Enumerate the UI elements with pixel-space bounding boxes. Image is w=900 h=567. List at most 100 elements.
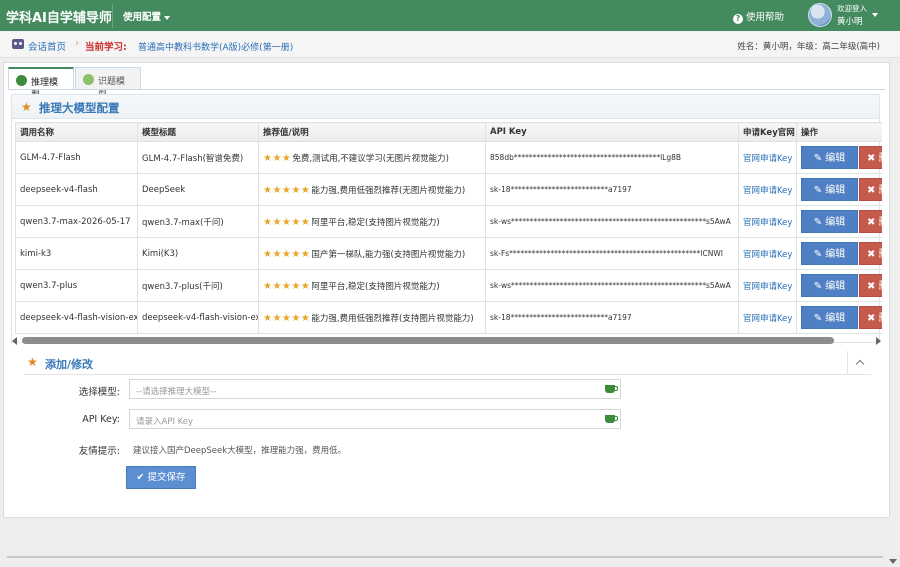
help-link[interactable]: ? 使用帮助 <box>733 9 784 24</box>
model-name: qwen3.7-max-2026-05-17 <box>15 205 138 238</box>
actions-cell: ✎ 编辑✖ 删除 <box>796 269 882 302</box>
table-header-row: 调用名称 模型标题 推荐值/说明 API Key 申请Key官网 操作 <box>15 122 882 142</box>
model-desc: 阿里平台,稳定(支持图片视觉能力) <box>311 281 440 292</box>
model-title: deepseek-v4-flash-vision-exp <box>137 301 259 334</box>
scroll-down-icon[interactable] <box>889 559 897 564</box>
pencil-icon: ✎ <box>813 217 826 228</box>
table-row: deepseek-v4-flash DeepSeek ★★★★★能力强,费用低强烈推… <box>15 173 882 206</box>
star-icon: ★ <box>21 100 32 114</box>
api-key-placeholder: 请录入API Key <box>136 417 194 427</box>
edit-label: 编辑 <box>825 313 846 324</box>
collapse-button[interactable] <box>847 351 871 375</box>
model-recommend: ★★★★★阿里平台,稳定(支持图片视觉能力) <box>258 269 486 302</box>
table-scroll-area[interactable]: 调用名称 模型标题 推荐值/说明 API Key 申请Key官网 操作 GLM-… <box>15 122 882 340</box>
current-study-label: 当前学习: <box>85 42 127 53</box>
config-menu-label: 使用配置 <box>123 12 162 23</box>
model-api-key: sk-18**************************a7197 <box>485 173 739 206</box>
model-title: Kimi(K3) <box>137 237 259 270</box>
tab-underline <box>8 89 885 90</box>
col-header-actions: 操作 <box>796 122 882 142</box>
username: 黄小明 <box>837 17 863 27</box>
apply-key-link[interactable]: 官网申请Key <box>743 186 792 196</box>
welcome-text: 欢迎登入 <box>837 4 867 13</box>
app-brand[interactable]: 学科AI自学辅导师 <box>6 7 112 26</box>
delete-button[interactable]: ✖ 删除 <box>859 146 882 169</box>
delete-button[interactable]: ✖ 删除 <box>859 274 882 297</box>
star-icon: ★ <box>27 355 38 369</box>
apply-key-link[interactable]: 官网申请Key <box>743 314 792 324</box>
apply-key-link[interactable]: 官网申请Key <box>743 154 792 164</box>
site-cell: 官网申请Key <box>738 301 797 334</box>
avatar <box>808 3 832 27</box>
col-header-site: 申请Key官网 <box>738 122 797 142</box>
section-title: 推理大模型配置 <box>39 101 120 115</box>
table-row: qwen3.7-max-2026-05-17 qwen3.7-max(千问) ★★★… <box>15 205 882 238</box>
pencil-icon: ✎ <box>813 281 826 292</box>
delete-button[interactable]: ✖ 删除 <box>859 178 882 201</box>
apply-key-link[interactable]: 官网申请Key <box>743 250 792 260</box>
model-select-label: 选择模型: <box>78 387 120 398</box>
apply-key-link[interactable]: 官网申请Key <box>743 282 792 292</box>
model-select-value: --请选择推理大模型-- <box>136 387 217 397</box>
pencil-icon: ✎ <box>813 249 826 260</box>
scroll-right-icon[interactable] <box>876 337 881 345</box>
edit-button[interactable]: ✎ 编辑 <box>801 306 858 329</box>
edit-button[interactable]: ✎ 编辑 <box>801 242 858 265</box>
navbar-divider <box>112 4 113 28</box>
delete-button[interactable]: ✖ 删除 <box>859 210 882 233</box>
model-title: DeepSeek <box>137 173 259 206</box>
delete-label: 删除 <box>879 281 882 292</box>
form-title: 添加/修改 <box>45 358 94 371</box>
edit-label: 编辑 <box>825 281 846 292</box>
close-icon: ✖ <box>867 185 879 196</box>
model-name: deepseek-v4-flash-vision-exp <box>15 301 138 334</box>
model-recommend: ★★★★★能力强,费用低强烈推荐(无图片视觉能力) <box>258 173 486 206</box>
edit-label: 编辑 <box>825 249 846 260</box>
edit-button[interactable]: ✎ 编辑 <box>801 178 858 201</box>
model-api-key: 858db***********************************… <box>485 141 739 174</box>
form-header: ★ 添加/修改 <box>24 350 871 375</box>
delete-label: 删除 <box>879 153 882 164</box>
actions-cell: ✎ 编辑✖ 删除 <box>796 301 882 334</box>
model-name: deepseek-v4-flash <box>15 173 138 206</box>
rating-stars-icon: ★★★★★ <box>263 184 311 196</box>
edit-label: 编辑 <box>825 185 846 196</box>
tab-recognition-model[interactable]: 识题模型 <box>75 67 141 100</box>
delete-button[interactable]: ✖ 删除 <box>859 306 882 329</box>
breadcrumb: 会话首页 › 当前学习: 普通高中教科书数学(A版)必修(第一册) 姓名：黄小明… <box>0 31 900 58</box>
delete-button[interactable]: ✖ 删除 <box>859 242 882 265</box>
close-icon: ✖ <box>867 217 879 228</box>
question-icon: ? <box>733 14 743 24</box>
config-menu[interactable]: 使用配置 <box>123 9 171 23</box>
tip-label: 友情提示: <box>78 446 120 457</box>
user-menu[interactable]: 欢迎登入 黄小明 <box>808 2 898 29</box>
section-header: ★ 推理大模型配置 <box>12 95 879 119</box>
edit-button[interactable]: ✎ 编辑 <box>801 210 858 233</box>
horizontal-scrollbar[interactable] <box>12 336 881 345</box>
scrollbar-thumb[interactable] <box>22 337 834 344</box>
edit-button[interactable]: ✎ 编辑 <box>801 146 858 169</box>
model-api-key: sk-ws***********************************… <box>485 205 739 238</box>
model-api-key: sk-18**************************a7197 <box>485 301 739 334</box>
robot-icon <box>16 75 27 86</box>
chevron-down-icon <box>872 13 878 17</box>
submit-button[interactable]: ✔ 提交保存 <box>126 466 196 489</box>
pencil-icon: ✎ <box>813 153 826 164</box>
scroll-left-icon[interactable] <box>12 337 17 345</box>
top-navbar: 学科AI自学辅导师 使用配置 ? 使用帮助 欢迎登入 黄小明 <box>0 0 900 31</box>
actions-cell: ✎ 编辑✖ 删除 <box>796 237 882 270</box>
table-row: deepseek-v4-flash-vision-exp deepseek-v4-… <box>15 301 882 334</box>
model-desc: 国产第一梯队,能力强(支持图片视觉能力) <box>311 249 466 260</box>
tab-reasoning-model[interactable]: 推理模型 <box>8 67 74 101</box>
close-icon: ✖ <box>867 281 879 292</box>
delete-label: 删除 <box>879 249 882 260</box>
model-select[interactable]: --请选择推理大模型-- <box>129 379 621 399</box>
api-key-input[interactable]: 请录入API Key <box>129 409 621 429</box>
breadcrumb-home[interactable]: 会话首页 <box>28 39 66 53</box>
current-study-link[interactable]: 普通高中教科书数学(A版)必修(第一册) <box>138 40 293 53</box>
edit-button[interactable]: ✎ 编辑 <box>801 274 858 297</box>
delete-label: 删除 <box>879 217 882 228</box>
table-row: kimi-k3 Kimi(K3) ★★★★★国产第一梯队,能力强(支持图片视觉能力)… <box>15 237 882 270</box>
tip-text: 建议接入国产DeepSeek大模型，推理能力强，费用低。 <box>133 446 347 456</box>
apply-key-link[interactable]: 官网申请Key <box>743 218 792 228</box>
